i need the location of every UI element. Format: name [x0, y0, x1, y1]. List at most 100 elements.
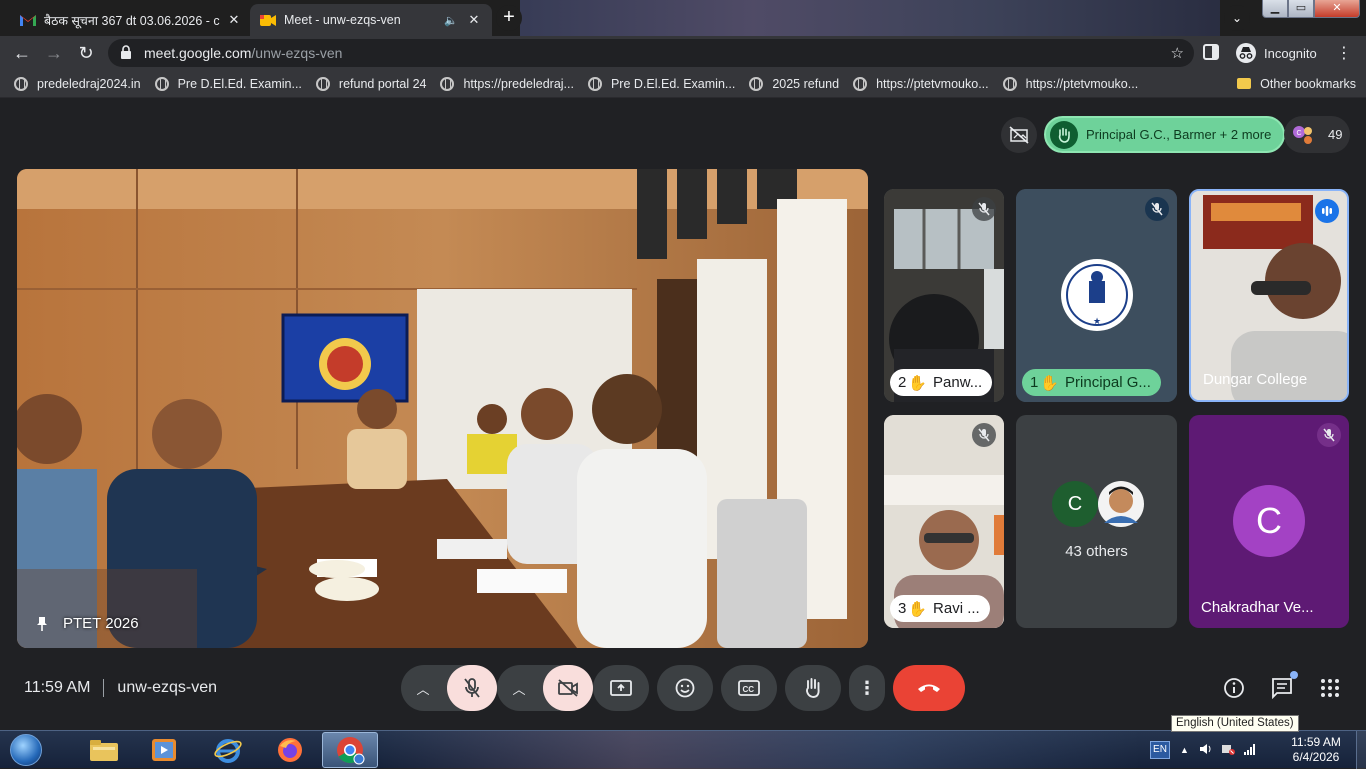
bookmark-item[interactable]: https://predeledraj... [440, 76, 574, 91]
clock-date: 6/4/2026 [1292, 750, 1340, 764]
raised-hand-icon [1050, 120, 1078, 149]
audio-settings-chevron-icon[interactable]: ︿ [401, 679, 445, 698]
show-hidden-icons-icon[interactable]: ▲ [1180, 745, 1189, 755]
forward-arrow-icon[interactable]: → [38, 37, 70, 69]
camera-off-icon [558, 679, 578, 697]
meet-call-area: Principal G.C., Barmer + 2 more C 49 PTE… [0, 99, 1366, 730]
taskbar-firefox[interactable] [262, 732, 318, 768]
pin-icon[interactable] [35, 616, 49, 632]
globe-icon [1002, 76, 1017, 91]
browser-toolbar: ← → ↻ meet.google.com/unw-ezqs-ven ☆ Inc… [0, 36, 1366, 70]
bookmark-item[interactable]: Pre D.El.Ed. Examin... [587, 76, 735, 91]
other-bookmarks-folder[interactable]: Other bookmarks [1237, 77, 1356, 91]
participants-button[interactable]: C 49 [1284, 116, 1350, 153]
gmail-icon [20, 12, 36, 28]
action-center-icon[interactable] [1221, 743, 1235, 758]
back-arrow-icon[interactable]: ← [6, 37, 38, 69]
chrome-menu-icon[interactable]: ⋮ [1336, 43, 1352, 63]
more-options-button[interactable]: ⋮ [849, 665, 885, 711]
meeting-time: 11:59 AM [24, 679, 91, 696]
leave-call-button[interactable] [893, 665, 965, 711]
close-tab-icon[interactable]: ✕ [226, 12, 242, 28]
video-control-group: ︿ [497, 665, 593, 711]
participant-tile-panw[interactable]: 2 ✋ Panw... [884, 189, 1004, 402]
participant-tile-principal[interactable]: ★ 1 ✋ Principal G... [1016, 189, 1177, 402]
activities-button[interactable] [1317, 675, 1343, 701]
bookmark-item[interactable]: Pre D.El.Ed. Examin... [154, 76, 302, 91]
participant-tile-chakradhar[interactable]: C Chakradhar Ve... [1189, 415, 1349, 628]
mic-off-icon [1145, 197, 1169, 221]
bookmark-item[interactable]: https://ptetvmouko... [853, 76, 989, 91]
taskbar-media-player[interactable] [136, 732, 192, 768]
chat-notification-dot [1290, 671, 1298, 679]
clock-time: 11:59 AM [1291, 735, 1341, 749]
raised-hand-icon: ✋ [908, 600, 928, 618]
taskbar-chrome[interactable] [322, 732, 378, 768]
captions-button[interactable]: CC [721, 665, 777, 711]
network-signal-icon[interactable] [1243, 743, 1257, 758]
tab-gmail[interactable]: बैठक सूचना 367 dt 03.06.2026 - c ✕ [10, 4, 252, 36]
present-screen-button[interactable] [593, 665, 649, 711]
window-close-button[interactable]: ✕ [1314, 0, 1360, 18]
camera-toggle-button[interactable] [543, 665, 593, 711]
bookmark-item[interactable]: https://ptetvmouko... [1002, 76, 1138, 91]
address-bar[interactable]: meet.google.com/unw-ezqs-ven ☆ [108, 39, 1194, 67]
meeting-code: unw-ezqs-ven [117, 679, 218, 696]
close-tab-icon[interactable]: ✕ [466, 12, 482, 28]
globe-icon [587, 76, 602, 91]
volume-icon[interactable] [1199, 743, 1213, 758]
side-panel-icon[interactable] [1203, 44, 1221, 62]
globe-icon [749, 76, 764, 91]
audio-playing-icon[interactable]: 🔈 [444, 14, 460, 27]
chat-button[interactable] [1269, 671, 1298, 701]
taskbar-explorer[interactable] [76, 732, 132, 768]
tab-meet[interactable]: Meet - unw-ezqs-ven 🔈 ✕ [250, 4, 492, 36]
more-vert-icon: ⋮ [858, 677, 876, 698]
taskbar-internet-explorer[interactable] [200, 732, 256, 768]
bookmark-item[interactable]: refund portal 24 [315, 76, 426, 91]
raised-hands-chip[interactable]: Principal G.C., Barmer + 2 more [1044, 116, 1286, 153]
bookmark-item[interactable]: predeledraj2024.in [14, 76, 141, 91]
globe-icon [154, 76, 169, 91]
microphone-toggle-button[interactable] [447, 665, 497, 711]
camera-off-indicator-icon[interactable] [1001, 117, 1037, 153]
globe-icon [14, 76, 28, 91]
language-tooltip: English (United States) [1171, 715, 1299, 732]
participant-tile-ravi[interactable]: 3 ✋ Ravi ... [884, 415, 1004, 628]
minimize-button[interactable]: ▁ [1262, 0, 1288, 18]
profile-label: Incognito [1264, 45, 1317, 61]
participant-name: Dungar College [1203, 371, 1308, 388]
taskbar-clock[interactable]: 11:59 AM 6/4/2026 [1284, 735, 1348, 765]
raised-hand-icon: ✋ [1040, 374, 1060, 392]
tab-search-chevron-icon[interactable]: ⌄ [1224, 5, 1250, 31]
present-screen-icon [610, 680, 632, 696]
reload-icon[interactable]: ↻ [70, 37, 102, 69]
new-tab-button[interactable]: + [496, 5, 522, 31]
bookmark-item[interactable]: 2025 refund [749, 76, 839, 91]
participant-tile-dungar-college[interactable]: Dungar College [1189, 189, 1349, 402]
windows-taskbar: EN ▲ 11:59 AM 6/4/2026 [0, 730, 1366, 769]
folder-icon [90, 740, 118, 761]
svg-text:C: C [1297, 130, 1302, 137]
main-video-tile[interactable]: PTET 2026 [17, 169, 868, 648]
meeting-info-button[interactable] [1221, 675, 1247, 701]
reactions-button[interactable] [657, 665, 713, 711]
language-indicator[interactable]: EN [1150, 741, 1170, 759]
bookmark-star-icon[interactable]: ☆ [1171, 44, 1184, 62]
raise-hand-button[interactable] [785, 665, 841, 711]
maximize-button[interactable]: ▭ [1288, 0, 1314, 18]
start-button[interactable] [4, 732, 48, 768]
show-desktop-button[interactable] [1356, 731, 1366, 769]
media-player-icon [152, 739, 176, 761]
video-settings-chevron-icon[interactable]: ︿ [497, 679, 541, 698]
speaking-indicator-icon [1315, 199, 1339, 223]
participant-tile-others[interactable]: C 43 others [1016, 415, 1177, 628]
site-info-icon[interactable] [120, 44, 132, 62]
participant-name-pill: 2 ✋ Panw... [890, 369, 993, 396]
mic-off-icon [972, 423, 996, 447]
firefox-icon [278, 738, 302, 762]
globe-icon [853, 76, 868, 91]
incognito-profile-button[interactable]: Incognito [1232, 40, 1327, 66]
svg-text:CC: CC [743, 685, 755, 694]
meeting-details: 11:59 AM unw-ezqs-ven [24, 679, 217, 697]
